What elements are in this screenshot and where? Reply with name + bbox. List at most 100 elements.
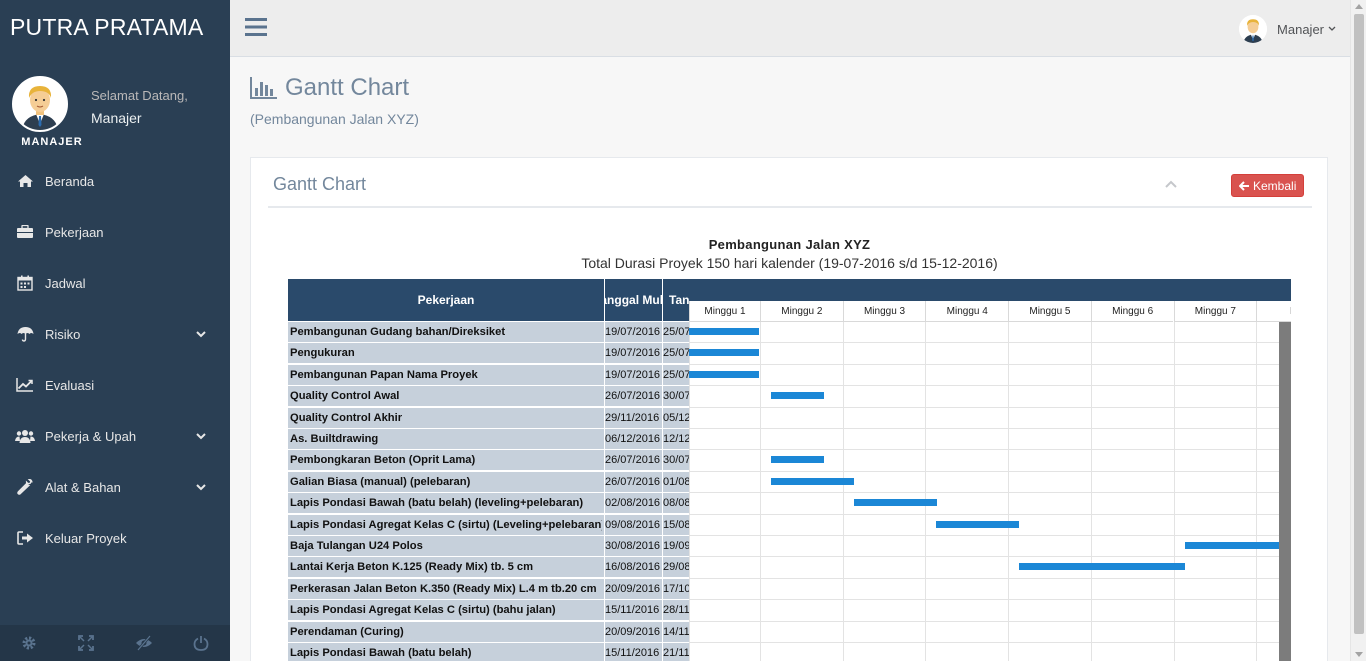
welcome-text: Selamat Datang,	[91, 88, 188, 103]
timeline-row-line	[689, 513, 1291, 515]
table-row: Pembangunan Gudang bahan/Direksiket 19/07…	[288, 322, 689, 343]
week-header: Min	[1256, 301, 1291, 322]
timeline-row-line	[689, 449, 1291, 451]
gantt-bar[interactable]	[1019, 563, 1185, 571]
timeline-row-line	[689, 642, 1291, 643]
task-name-cell: Baja Tulangan U24 Polos	[290, 540, 423, 552]
gantt-bar[interactable]	[689, 370, 759, 378]
task-end-cell: 05/12	[663, 411, 689, 424]
table-row: Lapis Pondasi Agregat Kelas C (sirtu) (b…	[288, 600, 689, 622]
task-start-cell: 15/11/2016	[605, 647, 660, 659]
gantt-bar[interactable]	[853, 499, 937, 507]
week-header: Minggu 1	[689, 301, 760, 322]
task-end-cell: 12/12	[663, 433, 689, 445]
task-end-cell: 17/10	[663, 582, 689, 595]
task-start-cell: 26/07/2016	[605, 475, 661, 488]
table-row: Galian Biasa (manual) (pelebaran) 26/07/2…	[288, 471, 689, 493]
timeline-row-line	[689, 620, 1291, 622]
task-start-cell: 15/11/2016	[605, 604, 660, 617]
umbrella-icon	[14, 326, 36, 342]
week-header: Minggu 3	[842, 301, 926, 322]
week-header: Minggu 2	[760, 301, 843, 322]
task-end-cell: 29/08	[663, 561, 689, 574]
gantt-task-table: Pekerjaan Tanggal Mulai Tan Sel Pembangu…	[288, 279, 689, 661]
table-row: Perkerasan Jalan Beton K.350 (Ready Mix)…	[288, 578, 689, 600]
sidebar-item-risiko[interactable]: Risiko	[0, 314, 230, 354]
fullscreen-icon[interactable]	[58, 625, 116, 661]
page-scrollbar[interactable]	[1350, 0, 1366, 661]
user-menu[interactable]: Manajer	[1239, 14, 1336, 44]
eye-slash-icon[interactable]	[115, 625, 173, 661]
hamburger-menu-icon[interactable]	[244, 16, 268, 38]
timeline-scrollbar[interactable]	[1279, 322, 1291, 661]
chevron-up-icon[interactable]	[1165, 180, 1177, 188]
sidebar-item-beranda[interactable]: Beranda	[0, 161, 230, 201]
sidebar-item-pekerjaan[interactable]: Pekerjaan	[0, 212, 230, 252]
task-name-cell: Lapis Pondasi Bawah (batu belah)	[290, 647, 472, 659]
page-title-text: Gantt Chart	[285, 74, 410, 101]
table-row: Baja Tulangan U24 Polos 30/08/2016 19/09	[288, 536, 689, 557]
table-row: Quality Control Awal 26/07/2016 30/07	[288, 386, 689, 408]
power-icon[interactable]	[173, 625, 231, 661]
task-start-cell: 29/11/2016	[605, 411, 660, 424]
task-end-cell: 19/09	[663, 540, 689, 552]
task-name-cell: Perkerasan Jalan Beton K.350 (Ready Mix)…	[290, 582, 597, 595]
sidebar-item-jadwal[interactable]: Jadwal	[0, 263, 230, 303]
task-name-cell: Lapis Pondasi Bawah (batu belah) (leveli…	[290, 497, 584, 510]
gantt-bar[interactable]	[936, 520, 1020, 528]
week-header: Minggu 4	[925, 301, 1009, 322]
task-start-cell: 19/07/2016	[605, 368, 661, 381]
scroll-down-icon[interactable]	[1355, 652, 1363, 657]
gantt-bar[interactable]	[1184, 542, 1279, 549]
timeline-row-line	[689, 363, 1291, 365]
sidebar-item-label: Pekerja & Upah	[45, 428, 137, 444]
task-start-cell: 16/08/2016	[605, 561, 661, 574]
column-header-end: Tan Sel	[669, 293, 689, 307]
timeline-row-line	[689, 470, 1291, 472]
task-end-cell: 14/11	[663, 625, 689, 638]
sidebar-item-label: Beranda	[45, 173, 95, 189]
settings-icon[interactable]	[0, 625, 58, 661]
top-navbar: Manajer	[230, 0, 1350, 57]
gantt-bar[interactable]	[689, 328, 759, 335]
task-end-cell: 28/11	[663, 604, 689, 617]
table-row: Lapis Pondasi Bawah (batu belah) 15/11/20…	[288, 643, 689, 661]
back-button[interactable]: Kembali	[1231, 174, 1305, 197]
task-start-cell: 20/09/2016	[605, 625, 661, 638]
gantt-timeline: Minggu 1 Minggu 2 Minggu 3 Minggu 4 Minggu 5…	[689, 279, 1291, 661]
task-name-cell: Lapis Pondasi Agregat Kelas C (sirtu) (L…	[290, 518, 602, 531]
brand-title[interactable]: PUTRA PRATAMA	[10, 14, 203, 41]
gantt-bar[interactable]	[771, 456, 825, 464]
task-end-cell: 25/07	[663, 347, 689, 360]
gantt-bar[interactable]	[689, 349, 759, 357]
chevron-down-icon	[196, 483, 208, 491]
scroll-thumb[interactable]	[1354, 14, 1364, 634]
sidebar-item-evaluasi[interactable]: Evaluasi	[0, 365, 230, 405]
panel-divider	[268, 206, 1312, 208]
sidebar-item-label: Risiko	[45, 326, 81, 342]
task-end-cell: 21/11	[663, 647, 689, 659]
task-start-cell: 19/07/2016	[605, 347, 661, 360]
column-divider	[662, 279, 663, 661]
gantt-bar[interactable]	[771, 477, 854, 485]
task-start-cell: 02/08/2016	[605, 497, 661, 510]
sidebar-item-alat-bahan[interactable]: Alat & Bahan	[0, 467, 230, 507]
week-divider	[1008, 322, 1010, 661]
table-row: Lapis Pondasi Agregat Kelas C (sirtu) (L…	[288, 514, 689, 536]
column-header-task: Pekerjaan	[417, 293, 475, 307]
table-row: Pembongkaran Beton (Oprit Lama) 26/07/201…	[288, 450, 689, 472]
table-row: Quality Control Akhir 29/11/2016 05/12	[288, 407, 689, 429]
sidebar-item-pekerja-upah[interactable]: Pekerja & Upah	[0, 416, 230, 456]
sidebar-item-keluar-proyek[interactable]: Keluar Proyek	[0, 518, 230, 558]
scroll-up-icon[interactable]	[1355, 4, 1363, 9]
gantt-bar[interactable]	[771, 392, 825, 400]
briefcase-icon	[14, 225, 36, 239]
week-header: Minggu 5	[1008, 301, 1091, 322]
task-name-cell: Quality Control Awal	[290, 390, 400, 403]
task-end-cell: 01/08	[663, 475, 689, 488]
task-name-cell: Quality Control Akhir	[290, 411, 403, 424]
task-start-cell: 06/12/2016	[605, 433, 661, 445]
timeline-row-line	[689, 556, 1291, 558]
welcome-name: Manajer	[91, 110, 142, 126]
sidebar-item-label: Jadwal	[45, 275, 86, 291]
